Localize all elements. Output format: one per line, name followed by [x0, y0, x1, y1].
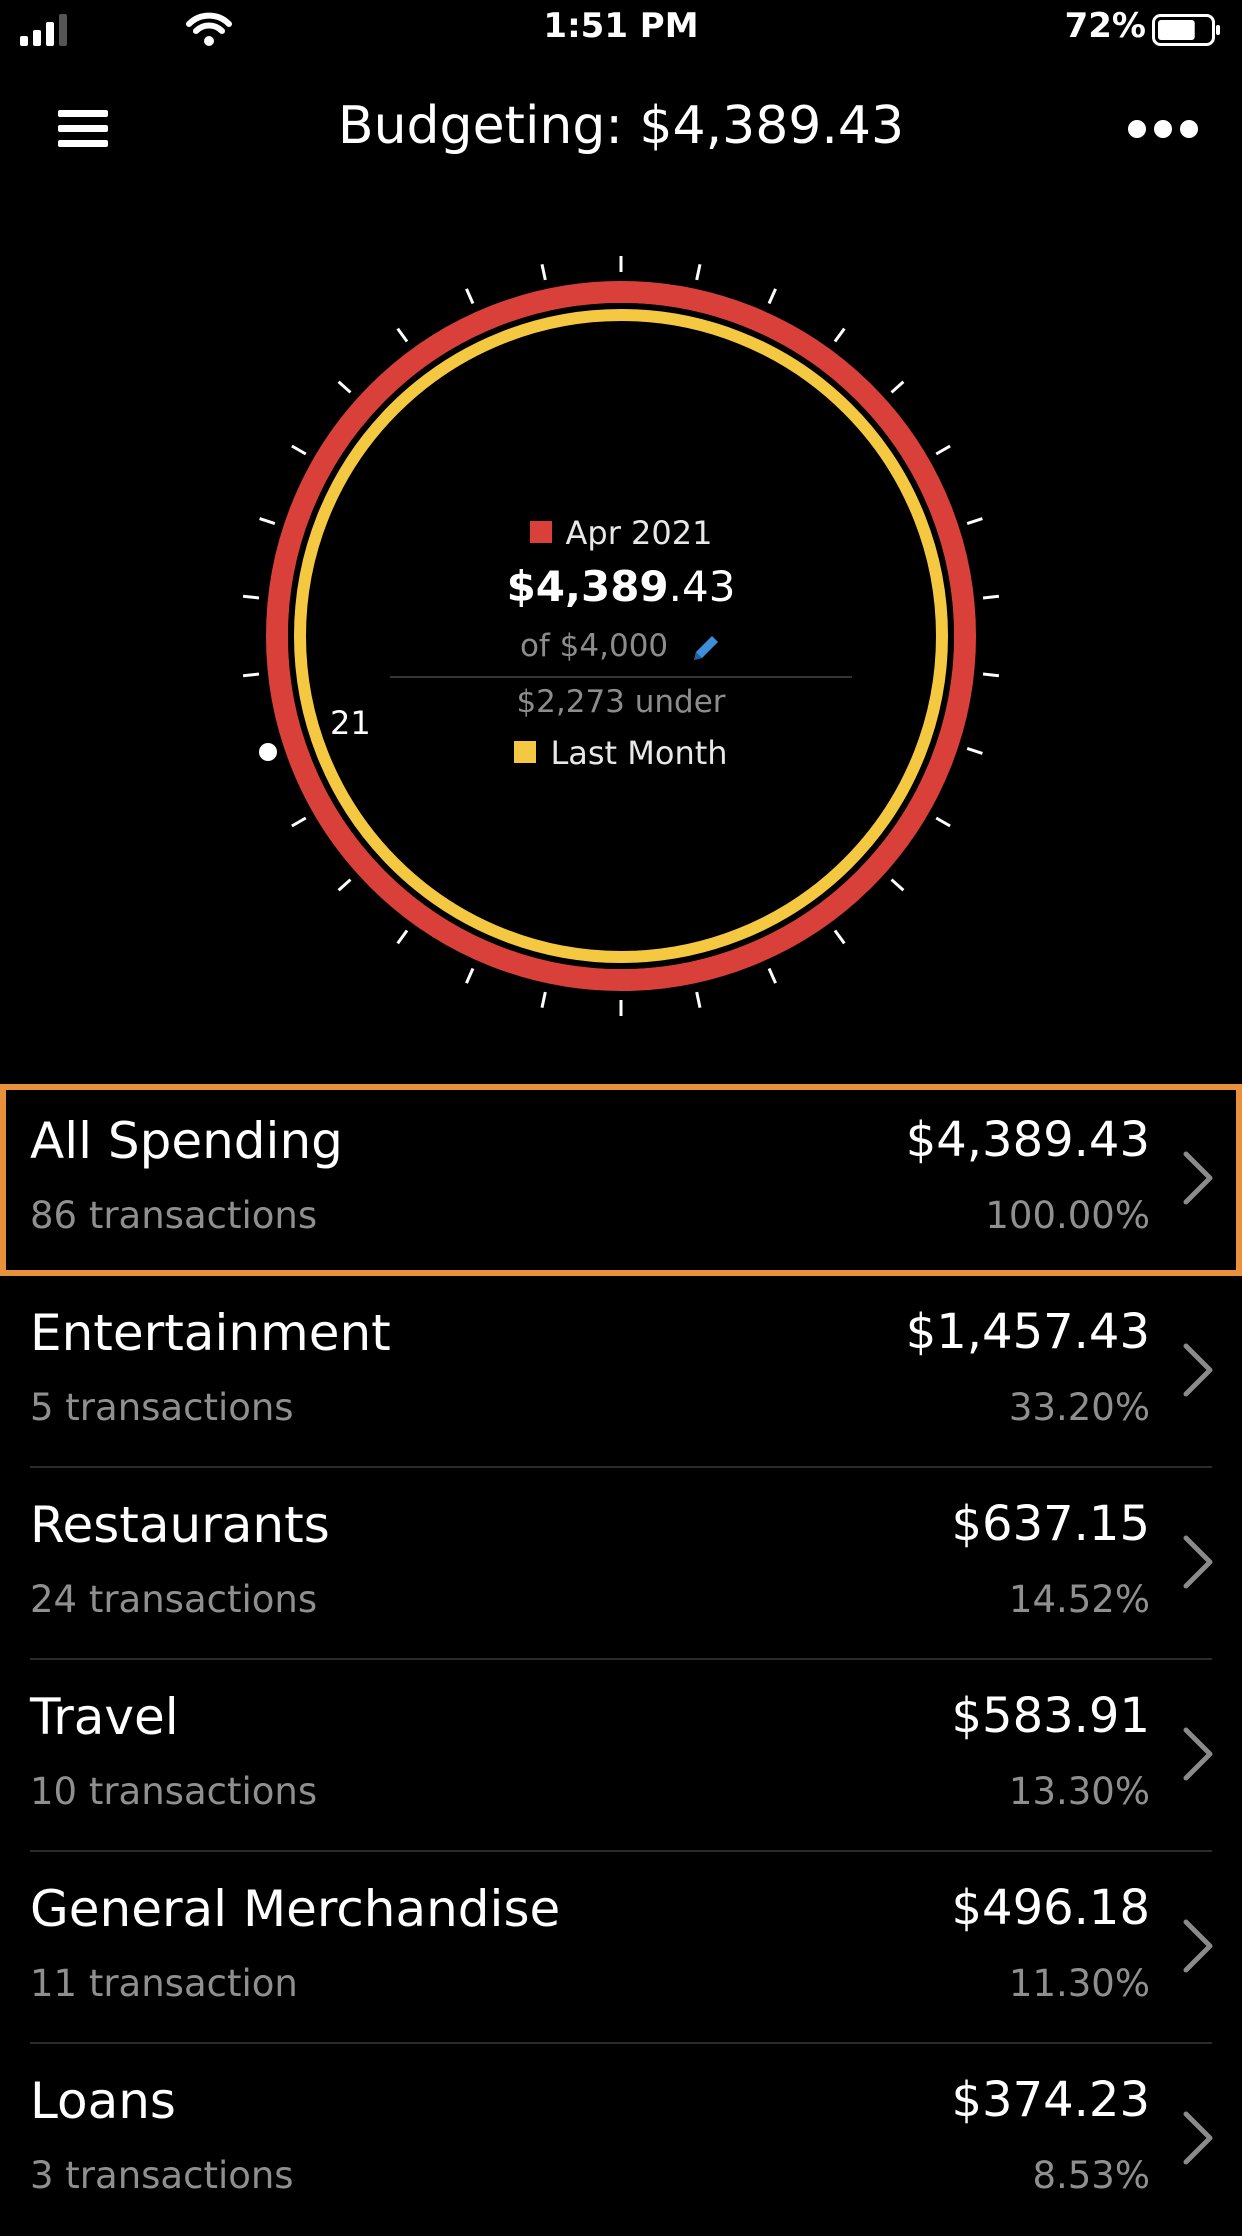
- previous-legend: Last Month: [0, 734, 1242, 772]
- gauge-tick: [890, 878, 905, 892]
- gauge-tick: [695, 263, 702, 281]
- gauge-tick: [242, 672, 260, 678]
- spent-cents: .43: [668, 562, 736, 611]
- category-percentage: 33.20%: [1008, 1386, 1150, 1429]
- transaction-count: 3 transactions: [30, 2154, 294, 2197]
- category-percentage: 100.00%: [985, 1194, 1150, 1237]
- transaction-count: 86 transactions: [30, 1194, 318, 1237]
- gauge-tick: [540, 263, 547, 281]
- list-item-loans[interactable]: Loans 3 transactions $374.23 8.53%: [0, 2044, 1242, 2236]
- category-amount: $583.91: [951, 1688, 1151, 1744]
- spent-whole: $4,389: [506, 562, 669, 611]
- transaction-count: 11 transaction: [30, 1962, 298, 2005]
- chevron-right-icon: [1183, 1343, 1213, 1397]
- chevron-right-icon: [1183, 1535, 1213, 1589]
- transaction-count: 24 transactions: [30, 1578, 318, 1621]
- category-name: Entertainment: [30, 1304, 391, 1362]
- category-amount: $1,457.43: [905, 1304, 1150, 1360]
- gauge-tick: [291, 444, 307, 456]
- more-dots-icon[interactable]: [1124, 118, 1204, 142]
- gauge-tick: [890, 380, 905, 394]
- gauge-tick: [291, 816, 307, 828]
- gauge-tick: [767, 288, 777, 305]
- gauge-tick: [396, 929, 409, 945]
- status-bar: 1:51 PM 72%: [0, 0, 1242, 62]
- previous-legend-swatch: [514, 741, 537, 763]
- category-name: General Merchandise: [30, 1880, 561, 1938]
- gauge-tick: [695, 991, 702, 1009]
- gauge-tick: [540, 991, 547, 1009]
- battery-percentage: 72%: [1064, 6, 1146, 46]
- budget-gauge: Apr 2021 $4,389.43 of $4,000 $2,273 unde…: [0, 240, 1242, 1040]
- page-title: Budgeting: $4,389.43: [337, 96, 905, 156]
- gauge-tick: [465, 967, 475, 984]
- gauge-tick: [935, 444, 951, 456]
- nav-bar: Budgeting: $4,389.43: [0, 80, 1242, 180]
- gauge-tick: [337, 380, 352, 394]
- list-item-entertainment[interactable]: Entertainment 5 transactions $1,457.43 3…: [0, 1276, 1242, 1468]
- category-name: All Spending: [30, 1112, 343, 1170]
- gauge-tick: [465, 288, 475, 305]
- category-amount: $637.15: [951, 1496, 1151, 1552]
- transaction-count: 10 transactions: [30, 1770, 318, 1813]
- category-percentage: 11.30%: [1008, 1962, 1150, 2005]
- pencil-edit-icon[interactable]: [690, 632, 722, 664]
- chevron-right-icon: [1183, 2111, 1213, 2165]
- list-item-restaurants[interactable]: Restaurants 24 transactions $637.15 14.5…: [0, 1468, 1242, 1660]
- current-legend: Apr 2021: [0, 514, 1242, 552]
- current-legend-label: Apr 2021: [565, 514, 713, 552]
- category-amount: $496.18: [951, 1880, 1151, 1936]
- gauge-tick: [767, 967, 777, 984]
- category-name: Travel: [30, 1688, 179, 1746]
- category-amount: $374.23: [951, 2072, 1151, 2128]
- gauge-tick: [982, 672, 1000, 678]
- chevron-right-icon: [1183, 1151, 1213, 1205]
- category-name: Restaurants: [30, 1496, 330, 1554]
- category-amount: $4,389.43: [905, 1112, 1150, 1168]
- list-item-travel[interactable]: Travel 10 transactions $583.91 13.30%: [0, 1660, 1242, 1852]
- previous-legend-label: Last Month: [550, 734, 728, 772]
- gauge-tick: [833, 929, 846, 945]
- spent-amount: $4,389.43: [0, 562, 1242, 611]
- gauge-tick: [833, 327, 846, 343]
- current-legend-swatch: [529, 521, 552, 543]
- category-percentage: 13.30%: [1008, 1770, 1150, 1813]
- under-budget-text: $2,273 under: [516, 684, 726, 720]
- gauge-tick: [935, 816, 951, 828]
- list-item-all-spending[interactable]: All Spending 86 transactions $4,389.43 1…: [0, 1084, 1242, 1276]
- category-percentage: 8.53%: [1032, 2154, 1150, 2197]
- battery-icon: [1152, 14, 1220, 46]
- category-name: Loans: [30, 2072, 176, 2130]
- status-time: 1:51 PM: [543, 6, 699, 46]
- transaction-count: 5 transactions: [30, 1386, 294, 1429]
- budget-limit-row[interactable]: of $4,000: [0, 628, 1242, 664]
- gauge-tick: [396, 327, 409, 343]
- category-percentage: 14.52%: [1008, 1578, 1150, 1621]
- chevron-right-icon: [1183, 1727, 1213, 1781]
- budget-limit-text: of $4,000: [519, 628, 669, 664]
- chevron-right-icon: [1183, 1919, 1213, 1973]
- list-item-general-merchandise[interactable]: General Merchandise 11 transaction $496.…: [0, 1852, 1242, 2044]
- category-list: All Spending 86 transactions $4,389.43 1…: [0, 1084, 1242, 2236]
- day-marker-label: 21: [330, 704, 371, 742]
- gauge-tick: [337, 878, 352, 892]
- gauge-divider: [390, 676, 852, 678]
